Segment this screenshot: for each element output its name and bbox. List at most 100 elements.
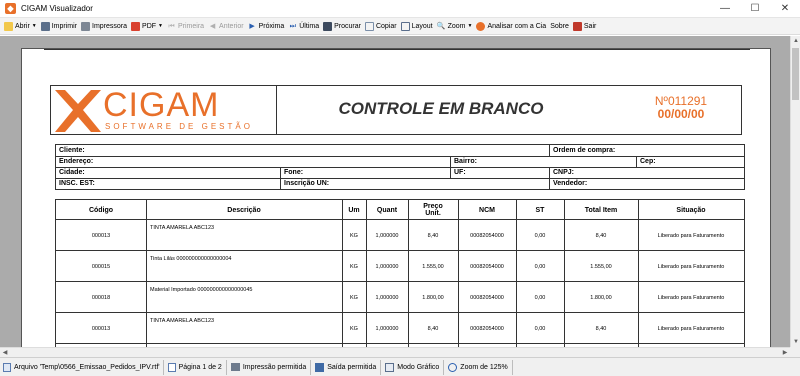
info-row-divider: [56, 167, 744, 168]
cep-label: Cep:: [640, 158, 656, 165]
graphic-mode-icon: [385, 362, 395, 372]
document-icon: [3, 362, 11, 372]
status-page: Página 1 de 2: [164, 359, 227, 375]
window-title: CIGAM Visualizador: [21, 4, 93, 13]
search-button[interactable]: Procurar: [323, 21, 361, 31]
document-date: 00/00/00: [657, 107, 705, 121]
status-bar: Arquivo 'Temp\0566_Emissao_Pedidos_IPV.r…: [0, 357, 800, 376]
scrollbar-corner: [790, 347, 800, 357]
document-title: CONTROLE EM BRANCO: [338, 99, 544, 118]
cell-quant: 1,000000: [375, 264, 399, 270]
cliente-label: Cliente:: [59, 147, 85, 154]
inscricao-un-label: Inscrição UN:: [284, 180, 330, 187]
cell-quant: 1,000000: [375, 326, 399, 332]
cell-codigo: 000018: [91, 295, 111, 301]
document-number: Nº011291: [654, 94, 708, 108]
cell-total: 8,40: [595, 233, 607, 239]
last-page-button[interactable]: ⏭ Última: [288, 22, 320, 31]
print-button[interactable]: Imprimir: [40, 21, 77, 31]
col-header-descricao: Descrição: [227, 206, 261, 214]
cell-descricao: Material Importado 000000000000000045: [150, 287, 253, 293]
exit-icon: [572, 21, 582, 31]
printer-settings-button[interactable]: Impressora: [81, 21, 127, 31]
cnpj-label: CNPJ:: [553, 169, 575, 176]
cell-total: 8,40: [595, 326, 607, 332]
exit-button[interactable]: Sair: [572, 21, 596, 31]
horizontal-scrollbar[interactable]: ◀ ▶: [0, 347, 790, 357]
cell-total: 1.555,00: [590, 264, 612, 270]
cell-st: 0,00: [534, 295, 546, 301]
cell-quant: 1,000000: [375, 233, 399, 239]
next-page-icon: ▶: [249, 22, 255, 30]
copy-button[interactable]: Copiar: [364, 21, 397, 31]
layout-button[interactable]: Layout: [400, 21, 433, 31]
status-output: Saída permitida: [311, 359, 382, 375]
about-button[interactable]: Sobre: [550, 23, 569, 30]
maximize-button[interactable]: ☐: [740, 0, 770, 18]
cigam-logo-mark-icon: [55, 90, 101, 132]
pdf-button[interactable]: PDF ▼: [131, 21, 163, 31]
title-bar: ◆ CIGAM Visualizador — ☐ ✕: [0, 0, 800, 18]
cell-st: 0,00: [534, 264, 546, 270]
cell-descricao: Tinta Lilás 000000000000000004: [150, 256, 232, 262]
document-viewer[interactable]: CIGAM SOFTWARE DE GESTÃO CONTROLE EM BRA…: [0, 36, 790, 347]
cell-total: 1.800,00: [590, 295, 612, 301]
next-page-button[interactable]: ▶ Próxima: [248, 22, 284, 31]
zoom-icon: 🔍: [436, 22, 446, 30]
table-row: 000013 TINTA AMARELA ABC123 KG 1,000000 …: [56, 220, 744, 251]
col-header-quant: Quant: [376, 206, 398, 214]
fone-label: Fone:: [284, 169, 304, 176]
col-header-um: Um: [348, 206, 360, 214]
table-row: 000015 Tinta Lilás 000000000000000004 KG…: [56, 251, 744, 282]
previous-page-button[interactable]: ◀ Anterior: [208, 22, 244, 31]
scroll-down-icon[interactable]: ▼: [791, 337, 800, 347]
cell-situacao: Liberado para Faturamento: [657, 326, 725, 332]
last-page-icon: ⏭: [289, 22, 296, 30]
status-zoom: Zoom de 125%: [444, 359, 513, 375]
pdf-icon: [131, 21, 141, 31]
cell-um: KG: [350, 326, 358, 332]
vertical-scroll-thumb[interactable]: [792, 48, 799, 100]
open-button[interactable]: Abrir ▼: [4, 21, 37, 31]
ordem-compra-label: Ordem de compra:: [553, 147, 616, 154]
cell-situacao: Liberado para Faturamento: [657, 295, 725, 301]
save-icon: [315, 362, 325, 372]
caret-down-icon: ▼: [467, 23, 473, 29]
zoom-icon: [448, 362, 458, 372]
document-header: CIGAM SOFTWARE DE GESTÃO CONTROLE EM BRA…: [50, 85, 742, 135]
analyze-icon: [476, 21, 486, 31]
layout-icon: [400, 21, 410, 31]
copy-icon: [364, 21, 374, 31]
printer-icon: [230, 363, 240, 371]
vertical-scrollbar[interactable]: ▲ ▼: [790, 36, 800, 347]
cell-um: KG: [350, 264, 358, 270]
cell-um: KG: [350, 295, 358, 301]
zoom-button[interactable]: 🔍 Zoom ▼: [437, 22, 473, 31]
minimize-button[interactable]: —: [710, 0, 740, 18]
insc-est-label: INSC. EST:: [59, 180, 95, 187]
info-row-divider: [56, 178, 744, 179]
printer-icon: [40, 21, 50, 31]
cell-ncm: 00082054000: [470, 264, 504, 270]
cell-preco: 8,40: [427, 233, 439, 239]
col-header-st: ST: [535, 206, 545, 214]
analyze-button[interactable]: Analisar com a Cia: [476, 21, 546, 31]
cigam-logo: CIGAM SOFTWARE DE GESTÃO: [53, 86, 253, 132]
table-row: 000018 Material Importado 00000000000000…: [56, 282, 744, 313]
cell-st: 0,00: [534, 326, 546, 332]
endereco-label: Endereço:: [59, 158, 94, 165]
scroll-up-icon[interactable]: ▲: [791, 36, 800, 46]
col-header-preco-unit: Preço Unit.: [423, 203, 443, 217]
toolbar: Abrir ▼ Imprimir Impressora PDF ▼ ⏮ Primeir…: [0, 18, 800, 35]
cidade-label: Cidade:: [59, 169, 85, 176]
cell-preco: 1.800,00: [422, 295, 444, 301]
binoculars-icon: [323, 21, 333, 31]
first-page-icon: ⏮: [168, 22, 175, 30]
customer-info-block: Cliente: Ordem de compra: Endereço: Bair…: [55, 144, 745, 190]
cell-codigo: 000013: [91, 233, 111, 239]
header-separator: [276, 86, 277, 134]
cell-situacao: Liberado para Faturamento: [657, 233, 725, 239]
close-button[interactable]: ✕: [770, 0, 800, 18]
col-header-total-item: Total Item: [584, 206, 618, 214]
first-page-button[interactable]: ⏮ Primeira: [167, 22, 204, 31]
